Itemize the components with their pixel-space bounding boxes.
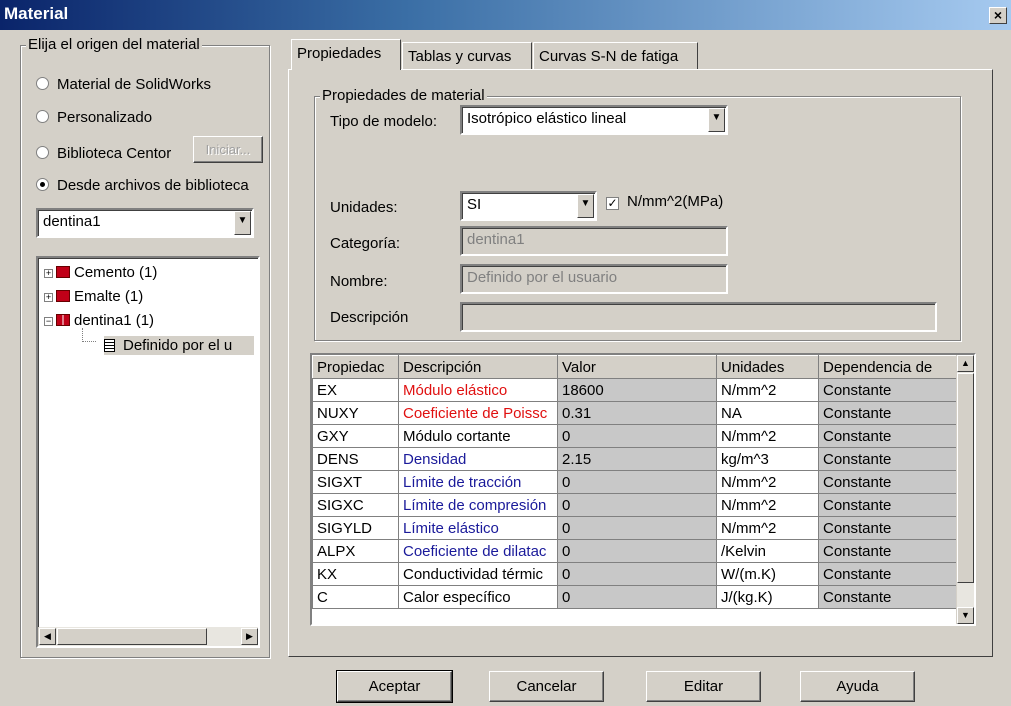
table-row[interactable]: C Calor específico 0 J/(kg.K) Constante	[312, 585, 957, 609]
name-label: Nombre:	[330, 273, 388, 290]
scroll-up-icon[interactable]: ▲	[957, 355, 974, 372]
tab-tablas-curvas[interactable]: Tablas y curvas	[402, 42, 532, 70]
radio-library-files[interactable]: Desde archivos de biblioteca	[36, 177, 249, 194]
chevron-down-icon[interactable]: ▼	[708, 108, 725, 132]
property-grid[interactable]: Propiedac Descripción Valor Unidades Dep…	[312, 355, 957, 609]
window-title: Material	[4, 4, 69, 23]
edit-button[interactable]: Editar	[646, 671, 761, 702]
grid-header-row: Propiedac Descripción Valor Unidades Dep…	[312, 355, 957, 379]
book-icon	[56, 266, 70, 278]
checkbox-checked-icon[interactable]: ✓	[606, 197, 619, 210]
source-group-legend: Elija el origen del material	[26, 36, 202, 53]
library-select[interactable]: dentina1 ▼	[36, 208, 254, 238]
scroll-down-icon[interactable]: ▼	[957, 607, 974, 624]
open-book-icon	[56, 314, 70, 326]
radio-icon[interactable]	[36, 110, 49, 123]
table-row[interactable]: EX Módulo elástico 18600 N/mm^2 Constante	[312, 378, 957, 402]
tree-item-dentina1[interactable]: − dentina1 (1)	[44, 312, 154, 329]
property-grid-frame[interactable]: Propiedac Descripción Valor Unidades Dep…	[310, 353, 976, 626]
units-label: Unidades:	[330, 199, 398, 216]
document-icon	[104, 339, 115, 352]
expand-icon[interactable]: +	[44, 269, 53, 278]
col-header-value[interactable]: Valor	[557, 355, 717, 379]
table-row[interactable]: KX Conductividad térmic 0 W/(m.K) Constante	[312, 562, 957, 586]
close-icon[interactable]: ×	[989, 7, 1007, 24]
table-row[interactable]: GXY Módulo cortante 0 N/mm^2 Constante	[312, 424, 957, 448]
units-select[interactable]: SI ▼	[460, 191, 597, 221]
table-row[interactable]: DENS Densidad 2.15 kg/m^3 Constante	[312, 447, 957, 471]
name-field: Definido por el usuario	[460, 264, 728, 294]
chevron-down-icon[interactable]: ▼	[577, 194, 594, 218]
category-label: Categoría:	[330, 235, 401, 252]
table-row[interactable]: NUXY Coeficiente de Poissc 0.31 NA Constante	[312, 401, 957, 425]
radio-centor[interactable]: Biblioteca Centor	[36, 145, 171, 162]
table-row[interactable]: SIGXT Límite de tracción 0 N/mm^2 Constante	[312, 470, 957, 494]
material-properties-legend: Propiedades de material	[320, 87, 487, 104]
scroll-thumb[interactable]	[57, 628, 207, 645]
category-field: dentina1	[460, 226, 728, 256]
grid-vertical-scrollbar[interactable]: ▲ ▼	[956, 355, 974, 624]
library-tree[interactable]: + Cemento (1) + Emalte (1) − dentina1 (1) D…	[36, 256, 260, 648]
tree-item-definido[interactable]: Definido por el u	[104, 336, 254, 355]
model-type-label: Tipo de modelo:	[330, 113, 438, 130]
tree-item-emalte[interactable]: + Emalte (1)	[44, 288, 143, 305]
cancel-button[interactable]: Cancelar	[489, 671, 604, 702]
description-field	[460, 302, 937, 332]
radio-checked-icon[interactable]	[36, 178, 49, 191]
tab-curvas-sn[interactable]: Curvas S-N de fatiga	[533, 42, 698, 70]
expand-icon[interactable]: +	[44, 293, 53, 302]
radio-solidworks[interactable]: Material de SolidWorks	[36, 76, 211, 93]
book-icon	[56, 290, 70, 302]
help-button[interactable]: Ayuda	[800, 671, 915, 702]
tree-item-cemento[interactable]: + Cemento (1)	[44, 264, 157, 281]
col-header-dependency[interactable]: Dependencia de	[818, 355, 957, 379]
iniciar-button[interactable]: Iniciar...	[193, 136, 263, 163]
tree-horizontal-scrollbar[interactable]: ◀ ▶	[38, 627, 258, 646]
radio-icon[interactable]	[36, 146, 49, 159]
scroll-right-icon[interactable]: ▶	[241, 628, 258, 645]
tab-propiedades[interactable]: Propiedades	[291, 39, 401, 70]
col-header-units[interactable]: Unidades	[716, 355, 819, 379]
col-header-description[interactable]: Descripción	[398, 355, 558, 379]
model-type-select[interactable]: Isotrópico elástico lineal ▼	[460, 105, 728, 135]
chevron-down-icon[interactable]: ▼	[234, 211, 251, 235]
grid-body: EX Módulo elástico 18600 N/mm^2 Constante NU…	[312, 378, 957, 609]
scroll-left-icon[interactable]: ◀	[39, 628, 56, 645]
radio-icon[interactable]	[36, 77, 49, 90]
table-row[interactable]: ALPX Coeficiente de dilatac 0/Kelvin Consta…	[312, 539, 957, 563]
description-label: Descripción	[330, 309, 409, 326]
units-checkbox-row[interactable]: ✓ N/mm^2(MPa)	[606, 193, 723, 210]
col-header-property[interactable]: Propiedac	[312, 355, 399, 379]
accept-button[interactable]: Aceptar	[336, 670, 453, 703]
tree-connector	[82, 328, 96, 342]
scroll-thumb[interactable]	[957, 373, 974, 583]
title-bar[interactable]: Material ×	[0, 0, 1011, 30]
radio-custom[interactable]: Personalizado	[36, 109, 152, 126]
table-row[interactable]: SIGXC Límite de compresión 0 N/mm^2 Constant…	[312, 493, 957, 517]
table-row[interactable]: SIGYLD Límite elástico 0 N/mm^2 Constante	[312, 516, 957, 540]
collapse-icon[interactable]: −	[44, 317, 53, 326]
